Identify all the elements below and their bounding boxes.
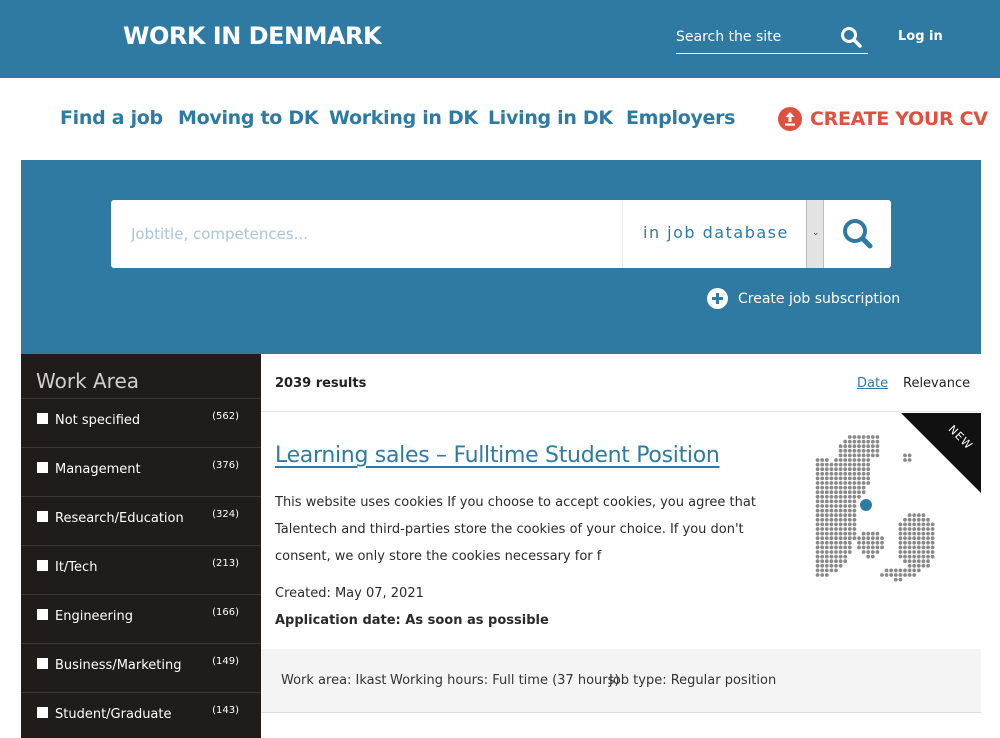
nav-moving-to-dk[interactable]: Moving to DK <box>178 107 319 129</box>
filter-count: (562) <box>212 411 239 422</box>
nav-find-a-job[interactable]: Find a job <box>60 107 163 129</box>
job-search-bar: in job database ⌄ <box>111 200 891 268</box>
filter-label: It/Tech <box>55 560 98 575</box>
top-bar: WORK IN DENMARK Log in <box>0 0 1000 78</box>
search-icon <box>843 219 873 249</box>
work-area-filter: Work Area Not specified (562) Management… <box>21 354 261 738</box>
job-working-hours: Working hours: Full time (37 hours) <box>390 673 620 688</box>
filter-label: Engineering <box>55 609 133 624</box>
filter-checkbox[interactable] <box>37 707 48 718</box>
database-select-label: in job database <box>643 223 789 242</box>
results-header: 2039 results Date Relevance <box>261 354 981 412</box>
job-type: Job type: Regular position <box>609 673 777 688</box>
upload-icon <box>778 107 802 131</box>
filter-checkbox[interactable] <box>37 462 48 473</box>
nav-living-in-dk[interactable]: Living in DK <box>488 107 613 129</box>
site-search-input[interactable] <box>676 24 836 50</box>
filter-item[interactable]: Not specified (562) <box>21 398 261 447</box>
job-search-hero: in job database ⌄ Create job subscriptio… <box>21 160 981 354</box>
filter-count: (376) <box>212 460 239 471</box>
sort-by-relevance[interactable]: Relevance <box>903 376 970 391</box>
nav-employers[interactable]: Employers <box>626 107 736 129</box>
filter-title: Work Area <box>36 369 140 393</box>
filter-item[interactable]: Business/Marketing (149) <box>21 643 261 692</box>
database-select[interactable]: in job database ⌄ <box>622 200 824 268</box>
filter-item[interactable]: Engineering (166) <box>21 594 261 643</box>
job-created-date: Created: May 07, 2021 <box>275 586 424 601</box>
login-link[interactable]: Log in <box>898 29 943 44</box>
filter-item[interactable]: Management (376) <box>21 447 261 496</box>
main-navigation: Find a job Moving to DK Working in DK Li… <box>0 78 1000 160</box>
search-icon[interactable] <box>840 26 862 48</box>
job-work-area: Work area: Ikast <box>281 673 387 688</box>
denmark-map-icon <box>815 435 935 582</box>
filter-item[interactable]: It/Tech (213) <box>21 545 261 594</box>
filter-label: Management <box>55 462 141 477</box>
filter-label: Business/Marketing <box>55 658 182 673</box>
filter-count: (324) <box>212 509 239 520</box>
nav-working-in-dk[interactable]: Working in DK <box>329 107 478 129</box>
sort-by-date[interactable]: Date <box>857 376 888 391</box>
create-cv-label: CREATE YOUR CV <box>810 108 988 130</box>
plus-circle-icon <box>707 288 728 309</box>
filter-label: Research/Education <box>55 511 184 526</box>
location-pin-icon <box>858 497 874 513</box>
filter-checkbox[interactable] <box>37 560 48 571</box>
filter-count: (213) <box>212 558 239 569</box>
filter-count: (143) <box>212 705 239 716</box>
chevron-down-icon[interactable]: ⌄ <box>806 200 824 268</box>
job-meta: Work area: Ikast Working hours: Full tim… <box>261 649 981 713</box>
subscription-label: Create job subscription <box>738 290 901 307</box>
filter-checkbox[interactable] <box>37 511 48 522</box>
job-search-button[interactable] <box>824 200 891 268</box>
filter-item[interactable]: Student/Graduate (143) <box>21 692 261 738</box>
site-search <box>676 24 868 54</box>
site-logo[interactable]: WORK IN DENMARK <box>123 22 382 50</box>
result-count: 2039 results <box>275 376 367 391</box>
filter-checkbox[interactable] <box>37 609 48 620</box>
filter-checkbox[interactable] <box>37 658 48 669</box>
filter-count: (166) <box>212 607 239 618</box>
filter-label: Student/Graduate <box>55 707 172 722</box>
job-title-link[interactable]: Learning sales – Fulltime Student Positi… <box>275 443 720 468</box>
job-description: This website uses cookies If you choose … <box>275 495 756 564</box>
filter-item[interactable]: Research/Education (324) <box>21 496 261 545</box>
create-cv-button[interactable]: CREATE YOUR CV <box>778 105 988 133</box>
job-application-date: Application date: As soon as possible <box>275 613 549 628</box>
create-job-subscription-link[interactable]: Create job subscription <box>707 288 900 309</box>
filter-count: (149) <box>212 656 239 667</box>
filter-label: Not specified <box>55 413 141 428</box>
job-listing: NEW Learning sales – Fulltime Student Po… <box>261 413 981 713</box>
job-search-input[interactable] <box>131 200 611 268</box>
filter-checkbox[interactable] <box>37 413 48 424</box>
